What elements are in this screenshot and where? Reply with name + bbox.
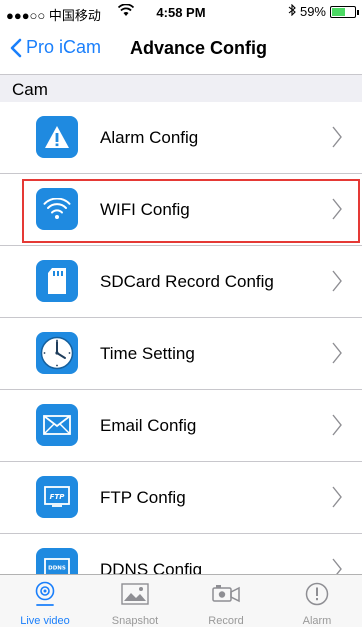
clock-icon: [36, 332, 78, 374]
chevron-right-icon: [332, 270, 342, 292]
tab-snapshot[interactable]: Snapshot: [90, 575, 180, 627]
tab-label: Record: [208, 615, 244, 627]
picture-icon: [120, 581, 150, 607]
tab-alarm[interactable]: Alarm: [272, 575, 362, 627]
chevron-right-icon: [332, 414, 342, 436]
video-camera-icon: [211, 581, 241, 607]
tab-record[interactable]: Record: [181, 575, 271, 627]
menu-item-sdcard-record-config[interactable]: SDCard Record Config: [0, 246, 362, 318]
alert-triangle-icon: [36, 116, 78, 158]
section-title: Cam: [12, 80, 48, 99]
menu-item-label: Time Setting: [100, 344, 195, 363]
back-button-label: Pro iCam: [26, 37, 102, 57]
envelope-icon: [36, 404, 78, 446]
battery-status: 59%: [288, 3, 359, 19]
page-title: Advance Config: [130, 38, 268, 58]
wifi-icon: [36, 188, 78, 230]
webcam-icon: [30, 581, 60, 607]
back-button[interactable]: Pro iCam: [10, 37, 101, 58]
menu-item-ftp-config[interactable]: FTP FTP Config: [0, 462, 362, 534]
section-header: Cam: [0, 74, 362, 102]
bluetooth-icon: [288, 3, 296, 19]
chevron-left-icon: [10, 38, 22, 57]
menu-item-alarm-config[interactable]: Alarm Config: [0, 102, 362, 174]
menu-item-label: WIFI Config: [100, 200, 190, 219]
menu-item-email-config[interactable]: Email Config: [0, 390, 362, 462]
exclamation-circle-icon: [302, 581, 332, 607]
chevron-right-icon: [332, 486, 342, 508]
ddns-icon: DDNS: [36, 548, 78, 574]
ftp-icon-text: FTP: [50, 493, 66, 501]
menu-item-ddns-config[interactable]: DDNS DDNS Config: [0, 534, 362, 574]
tab-label: Snapshot: [111, 615, 159, 627]
navigation-bar: Pro iCam Advance Config: [0, 24, 362, 74]
chevron-right-icon: [332, 342, 342, 364]
tab-label: Alarm: [302, 615, 332, 627]
menu-item-label: Alarm Config: [100, 128, 199, 147]
ddns-icon-text: DDNS: [48, 566, 66, 572]
menu-item-label: Email Config: [100, 416, 197, 435]
tab-label: Live video: [20, 615, 70, 627]
tab-live-video[interactable]: Live video: [0, 575, 90, 627]
ftp-icon: FTP: [36, 476, 78, 518]
menu-item-label: SDCard Record Config: [100, 272, 274, 291]
sd-card-icon: [36, 260, 78, 302]
config-menu-list[interactable]: Alarm Config WIFI Config SDCard Record C…: [0, 102, 362, 574]
menu-item-wifi-config[interactable]: WIFI Config: [0, 174, 362, 246]
chevron-right-icon: [332, 198, 342, 220]
menu-item-time-setting[interactable]: Time Setting: [0, 318, 362, 390]
status-bar: ●●●○○ 中国移动 4:58 PM 59%: [0, 0, 362, 24]
chevron-right-icon: [332, 126, 342, 148]
menu-item-label: DDNS Config: [100, 560, 203, 574]
battery-percent: 59%: [299, 4, 326, 19]
chevron-right-icon: [332, 558, 342, 574]
battery-fill: [332, 7, 345, 16]
tab-bar: Live video Snapshot Record Alarm: [0, 574, 362, 627]
battery-icon: [330, 5, 359, 18]
menu-item-label: FTP Config: [100, 488, 186, 507]
